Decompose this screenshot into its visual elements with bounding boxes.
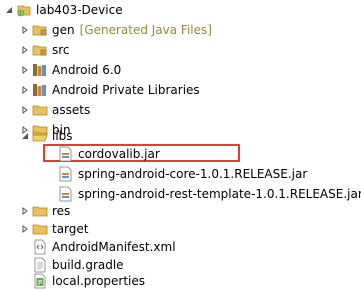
android-library-label: Android 6.0 [52,63,122,77]
expanded-arrow-icon[interactable] [20,131,30,141]
folder-icon [32,102,48,118]
collapsed-arrow-icon[interactable] [20,85,30,95]
gen-label: gen [52,23,75,37]
gen-decoration: [Generated Java Files] [79,23,212,37]
source-folder-icon [32,42,48,58]
spring-core-jar-label: spring-android-core-1.0.1.RELEASE.jar [78,167,308,181]
tree-item-src[interactable]: src [20,40,70,60]
xml-file-icon [32,239,48,255]
library-container-icon [32,62,48,78]
library-container-icon [32,82,48,98]
tree-item-android-library[interactable]: Android 6.0 [20,60,121,80]
collapsed-arrow-icon[interactable] [20,105,30,115]
local-properties-label: local.properties [52,274,146,288]
tree-item-gen[interactable]: gen [Generated Java Files] [20,20,212,40]
collapsed-arrow-icon[interactable] [20,206,30,216]
res-label: res [52,204,71,218]
tree-item-cordovalib-jar[interactable]: cordovalib.jar [58,144,160,164]
android-project-icon: J [16,2,32,18]
assets-label: assets [52,103,91,117]
jar-file-icon [58,186,74,202]
jar-file-icon [58,146,74,162]
tree-item-assets[interactable]: assets [20,100,90,120]
target-label: target [52,222,89,236]
folder-open-icon [32,128,48,144]
tree-item-libs-row[interactable]: libs [20,126,73,146]
manifest-label: AndroidManifest.xml [52,240,176,254]
source-folder-icon [32,22,48,38]
jar-file-icon [58,166,74,182]
src-label: src [52,43,70,57]
project-label: lab403-Device [36,3,123,17]
cordovalib-jar-label: cordovalib.jar [78,147,160,161]
folder-icon [32,203,48,219]
collapsed-arrow-icon[interactable] [20,224,30,234]
package-explorer-tree: J lab403-Device gen [Generated Java File… [0,0,361,291]
svg-text:J: J [19,11,21,17]
private-libraries-label: Android Private Libraries [52,83,200,97]
tree-item-private-libraries[interactable]: Android Private Libraries [20,80,200,100]
tree-item-manifest[interactable]: AndroidManifest.xml [32,237,176,257]
tree-item-target[interactable]: target [20,219,89,239]
folder-icon [32,221,48,237]
libs-label: libs [52,129,73,143]
expanded-arrow-icon[interactable] [4,5,14,15]
tree-item-spring-rest-jar[interactable]: spring-android-rest-template-1.0.1.RELEA… [58,184,361,204]
tree-item-local-properties[interactable]: P local.properties [32,271,145,291]
spring-rest-jar-label: spring-android-rest-template-1.0.1.RELEA… [78,187,361,201]
properties-file-icon: P [32,273,48,289]
collapsed-arrow-icon[interactable] [20,45,30,55]
collapsed-arrow-icon[interactable] [20,65,30,75]
tree-item-project[interactable]: J lab403-Device [4,0,123,20]
tree-item-res[interactable]: res [20,201,70,221]
svg-text:P: P [38,279,42,287]
tree-item-spring-core-jar[interactable]: spring-android-core-1.0.1.RELEASE.jar [58,164,307,184]
collapsed-arrow-icon[interactable] [20,25,30,35]
